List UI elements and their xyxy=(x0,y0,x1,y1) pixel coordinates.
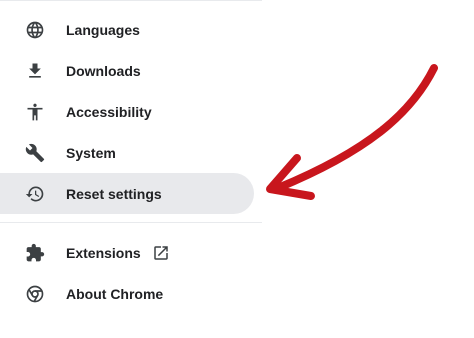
sidebar-item-label: Extensions xyxy=(66,244,141,261)
section-divider xyxy=(0,222,262,223)
sidebar-item-label: Downloads xyxy=(66,62,141,79)
sidebar-item-system[interactable]: System xyxy=(0,132,254,173)
sidebar-item-label: About Chrome xyxy=(66,285,164,302)
globe-icon xyxy=(24,19,46,41)
accessibility-icon xyxy=(24,101,46,123)
sidebar-item-reset-settings[interactable]: Reset settings xyxy=(0,173,254,214)
chrome-icon xyxy=(24,283,46,305)
sidebar-item-label: Reset settings xyxy=(66,185,162,202)
open-in-new-icon[interactable] xyxy=(152,244,170,262)
wrench-icon xyxy=(24,142,46,164)
download-icon xyxy=(24,60,46,82)
sidebar-item-label: Languages xyxy=(66,21,140,38)
sidebar-item-languages[interactable]: Languages xyxy=(0,9,254,50)
sidebar-item-extensions[interactable]: Extensions xyxy=(0,232,254,273)
sidebar-item-label: Accessibility xyxy=(66,103,152,120)
sidebar-item-about-chrome[interactable]: About Chrome xyxy=(0,273,254,314)
sidebar-item-accessibility[interactable]: Accessibility xyxy=(0,91,254,132)
puzzle-icon xyxy=(24,242,46,264)
history-icon xyxy=(24,183,46,205)
top-divider xyxy=(0,0,262,1)
sidebar-item-downloads[interactable]: Downloads xyxy=(0,50,254,91)
sidebar-item-label: System xyxy=(66,144,116,161)
